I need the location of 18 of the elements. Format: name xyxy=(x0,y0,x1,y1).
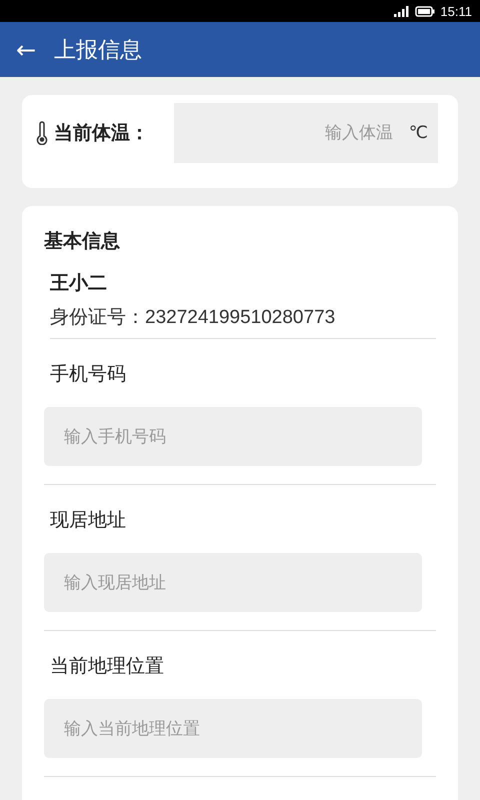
thermometer-icon xyxy=(36,121,48,145)
temperature-label: 当前体温： xyxy=(54,121,149,146)
input-field[interactable]: 输入现居地址 xyxy=(44,553,422,612)
input-field[interactable]: 输入手机号码 xyxy=(44,407,422,466)
field-label: 现居地址 xyxy=(50,508,127,533)
battery-icon xyxy=(415,6,436,16)
unit-label: ℃ xyxy=(408,103,438,163)
person-name: 王小二 xyxy=(50,271,108,296)
signal-icon xyxy=(394,6,410,16)
id-number-text: 身份证号：232724199510280773 xyxy=(50,304,436,339)
field-label: 当前地理位置 xyxy=(50,654,165,679)
input-field[interactable]: 输入当前地理位置 xyxy=(44,699,422,758)
field-label: 手机号码 xyxy=(50,362,127,387)
back-button[interactable]: ← xyxy=(16,38,36,62)
status-time: 15:11 xyxy=(440,4,472,18)
page-title: 上报信息 xyxy=(54,36,142,64)
section-title: 基本信息 xyxy=(44,229,121,254)
temperature-field[interactable]: 输入体温 xyxy=(174,103,409,163)
